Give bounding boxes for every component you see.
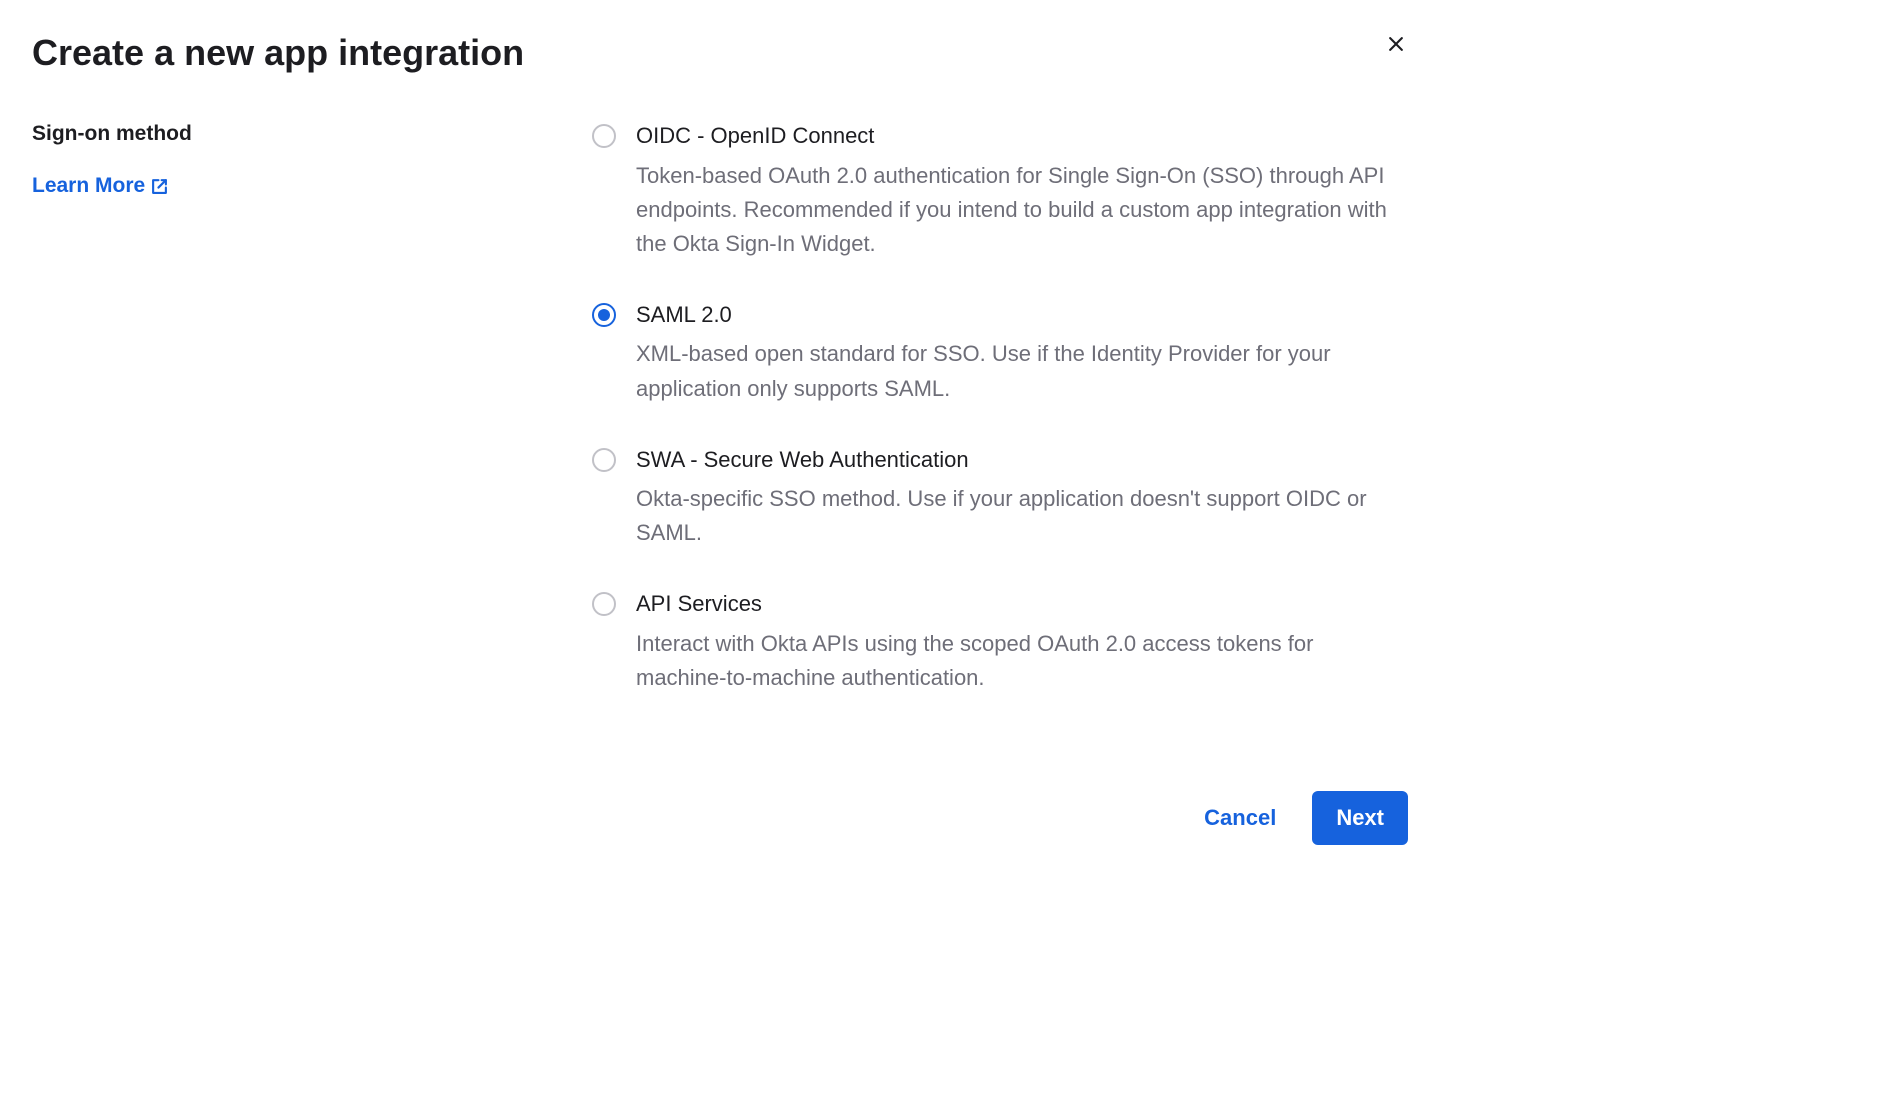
close-button[interactable] xyxy=(1384,32,1408,56)
cancel-button[interactable]: Cancel xyxy=(1192,793,1288,843)
modal-title: Create a new app integration xyxy=(32,32,1408,74)
radio-content: SAML 2.0 XML-based open standard for SSO… xyxy=(636,301,1408,406)
radio-title: SAML 2.0 xyxy=(636,301,1408,330)
section-label: Sign-on method xyxy=(32,122,592,146)
radio-option-oidc[interactable]: OIDC - OpenID Connect Token-based OAuth … xyxy=(592,122,1408,261)
modal-footer: Cancel Next xyxy=(32,791,1408,845)
radio-description: XML-based open standard for SSO. Use if … xyxy=(636,337,1408,405)
radio-title: OIDC - OpenID Connect xyxy=(636,122,1408,151)
left-column: Sign-on method Learn More xyxy=(32,122,592,695)
radio-content: API Services Interact with Okta APIs usi… xyxy=(636,590,1408,695)
radio-title: SWA - Secure Web Authentication xyxy=(636,446,1408,475)
radio-description: Okta-specific SSO method. Use if your ap… xyxy=(636,482,1408,550)
next-button[interactable]: Next xyxy=(1312,791,1408,845)
learn-more-label: Learn More xyxy=(32,174,145,198)
radio-option-api-services[interactable]: API Services Interact with Okta APIs usi… xyxy=(592,590,1408,695)
close-icon xyxy=(1386,34,1406,54)
radio-indicator xyxy=(592,592,616,616)
radio-title: API Services xyxy=(636,590,1408,619)
radio-content: SWA - Secure Web Authentication Okta-spe… xyxy=(636,446,1408,551)
radio-description: Interact with Okta APIs using the scoped… xyxy=(636,627,1408,695)
external-link-icon xyxy=(151,178,168,195)
modal-content: Sign-on method Learn More OIDC - OpenID … xyxy=(32,122,1408,695)
right-column: OIDC - OpenID Connect Token-based OAuth … xyxy=(592,122,1408,695)
create-app-integration-modal: Create a new app integration Sign-on met… xyxy=(0,0,1440,877)
radio-option-saml[interactable]: SAML 2.0 XML-based open standard for SSO… xyxy=(592,301,1408,406)
radio-option-swa[interactable]: SWA - Secure Web Authentication Okta-spe… xyxy=(592,446,1408,551)
radio-content: OIDC - OpenID Connect Token-based OAuth … xyxy=(636,122,1408,261)
radio-indicator xyxy=(592,124,616,148)
radio-indicator xyxy=(592,448,616,472)
radio-description: Token-based OAuth 2.0 authentication for… xyxy=(636,159,1408,261)
radio-indicator xyxy=(592,303,616,327)
learn-more-link[interactable]: Learn More xyxy=(32,174,168,198)
